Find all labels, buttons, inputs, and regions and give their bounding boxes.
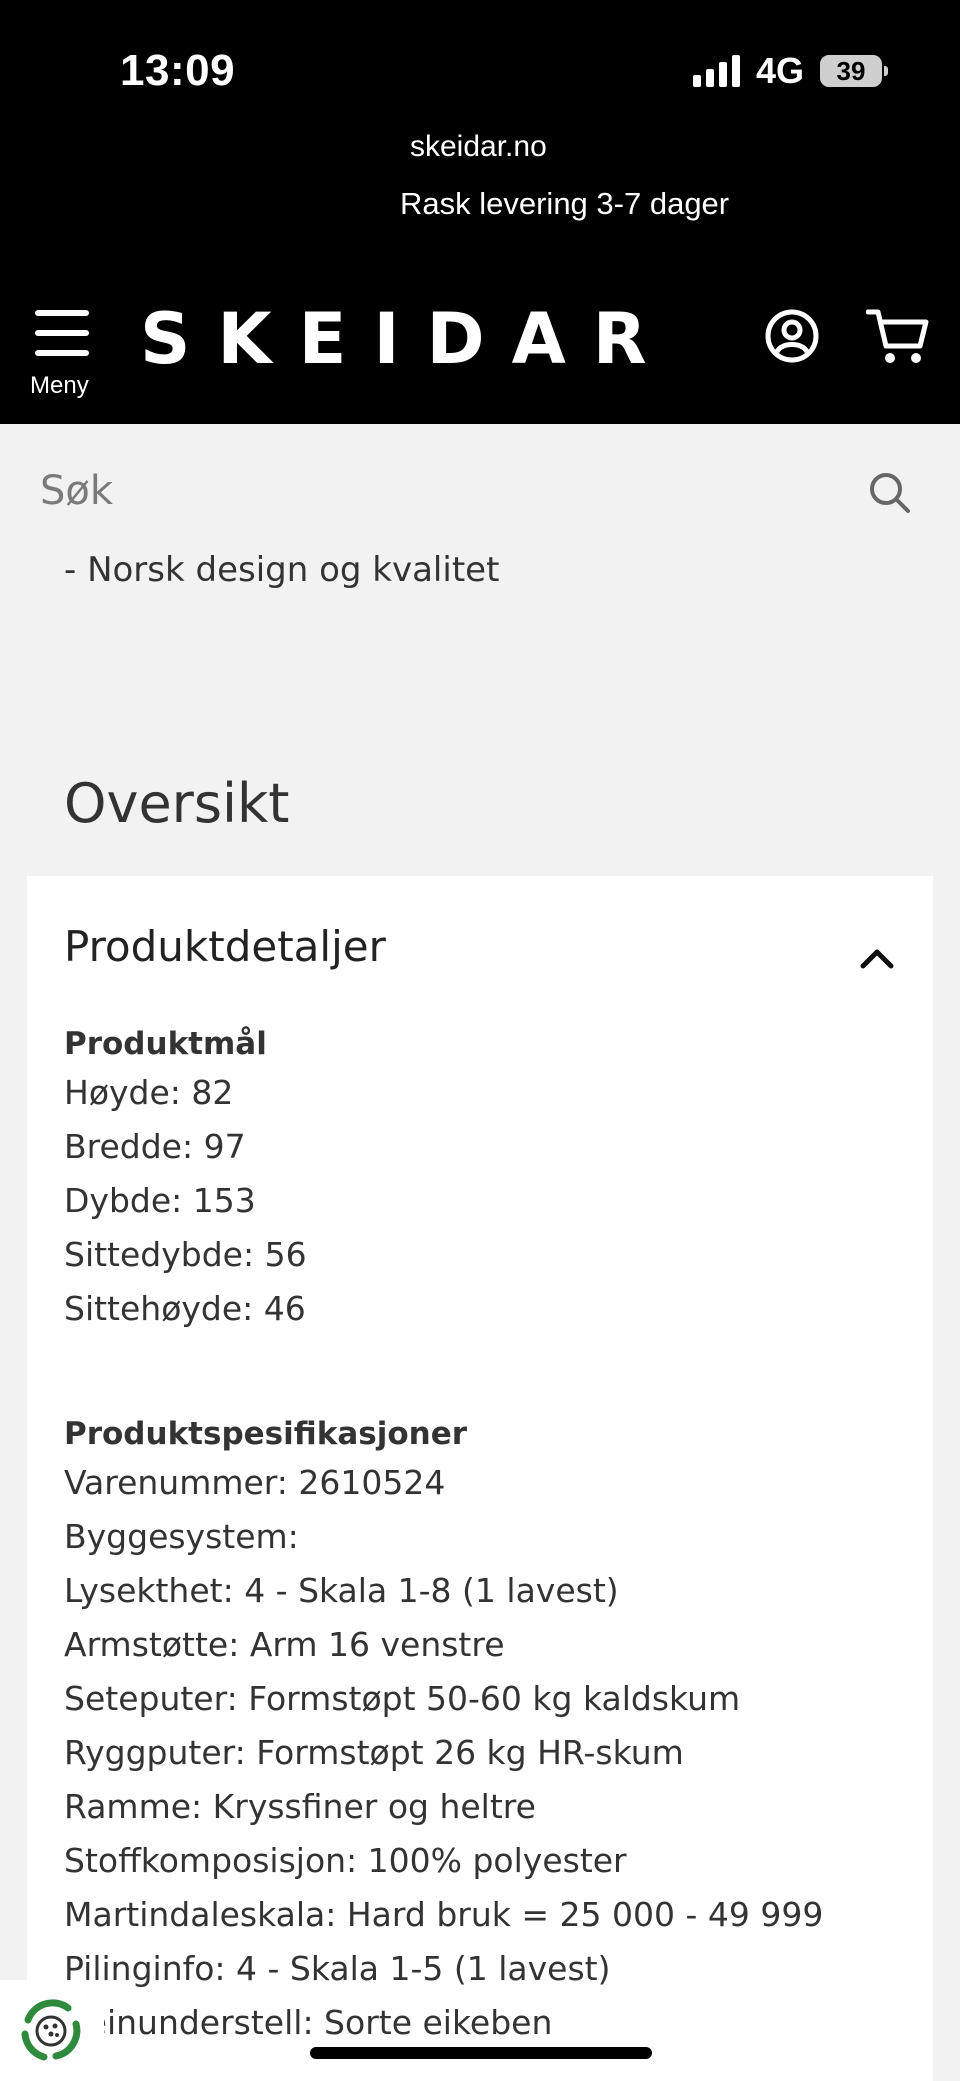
search-icon[interactable]: [866, 469, 914, 517]
network-type: 4G: [755, 50, 804, 91]
menu-button[interactable]: [30, 310, 94, 356]
spec-line: Varenummer: 2610524: [64, 1463, 446, 1502]
product-tagline: - Norsk design og kvalitet: [64, 550, 500, 590]
browser-url[interactable]: skeidar.no: [410, 130, 547, 164]
spec-line: Pilinginfo: 4 - Skala 1-5 (1 lavest): [64, 1949, 611, 1988]
status-time: 13:09: [120, 46, 236, 95]
spec-line: Seteputer: Formstøpt 50-60 kg kaldskum: [64, 1679, 741, 1718]
dimension-line: Sittedybde: 56: [64, 1235, 307, 1274]
dimension-line: Dybde: 153: [64, 1181, 256, 1220]
accordion-title[interactable]: Produktdetaljer: [64, 922, 386, 971]
dimensions-heading: Produktmål: [64, 1026, 267, 1062]
spec-line: Stoffkomposisjon: 100% polyester: [64, 1841, 627, 1880]
header-bar: 13:09 4G 39 skeidar.no Rask levering 3-7…: [0, 0, 960, 424]
battery-level: 39: [836, 55, 866, 86]
section-title: Oversikt: [64, 772, 290, 835]
recycle-icon: [21, 1999, 81, 2061]
signal-icon: [692, 55, 740, 87]
spec-line: Byggesystem:: [64, 1517, 299, 1556]
spec-line: Ramme: Kryssfiner og heltre: [64, 1787, 536, 1826]
site-logo[interactable]: SKEIDAR: [140, 298, 674, 380]
search-bar[interactable]: Søk: [0, 424, 960, 564]
spec-line: Lysekthet: 4 - Skala 1-8 (1 lavest): [64, 1571, 619, 1610]
dimension-line: Høyde: 82: [64, 1073, 234, 1112]
menu-label[interactable]: Meny: [30, 372, 89, 400]
chevron-up-icon[interactable]: [857, 942, 897, 972]
home-indicator[interactable]: [310, 2047, 652, 2059]
user-icon[interactable]: [764, 308, 820, 364]
dimension-line: Bredde: 97: [64, 1127, 246, 1166]
recycle-badge[interactable]: [0, 1980, 104, 2081]
status-indicators: 4G 39: [692, 50, 888, 92]
specs-heading: Produktspesifikasjoner: [64, 1416, 468, 1452]
hamburger-icon: [35, 310, 89, 356]
spec-line: Ryggputer: Formstøpt 26 kg HR-skum: [64, 1733, 684, 1772]
spec-line: Beinunderstell: Sorte eikeben: [64, 2003, 553, 2042]
specs-group: Produktspesifikasjoner Varenummer: 26105…: [64, 1412, 823, 2050]
spec-line: Armstøtte: Arm 16 venstre: [64, 1625, 505, 1664]
dimensions-group: Produktmål Høyde: 82 Bredde: 97 Dybde: 1…: [64, 1022, 307, 1336]
spec-line: Martindaleskala: Hard bruk = 25 000 - 49…: [64, 1895, 824, 1934]
dimension-line: Sittehøyde: 46: [64, 1289, 306, 1328]
cart-icon[interactable]: [866, 306, 930, 366]
product-details-card: Produktdetaljer Produktmål Høyde: 82 Bre…: [27, 876, 933, 2081]
battery-icon: 39: [820, 55, 888, 87]
search-input[interactable]: Søk: [40, 468, 113, 514]
promo-banner: Rask levering 3-7 dager: [400, 186, 730, 221]
